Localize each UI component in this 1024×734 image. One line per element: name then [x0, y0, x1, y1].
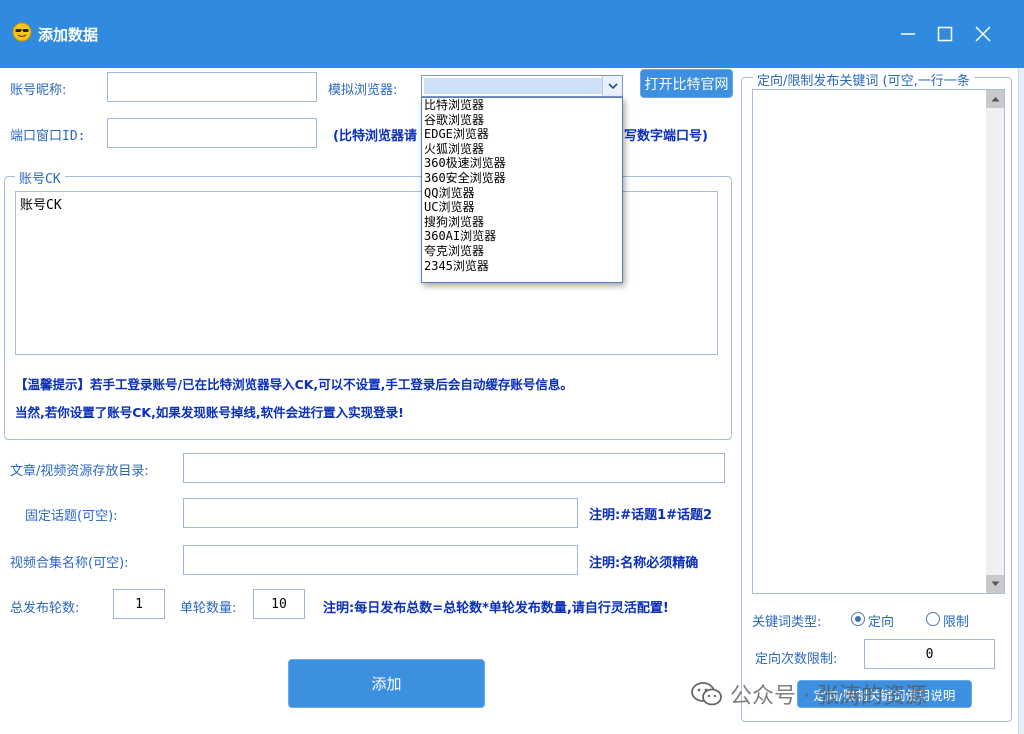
browser-option[interactable]: 火狐浏览器 [422, 142, 622, 157]
close-icon [975, 26, 991, 42]
browser-option[interactable]: UC浏览器 [422, 200, 622, 215]
port-input[interactable] [107, 118, 317, 148]
radio-limit[interactable] [926, 612, 940, 626]
minimize-icon [901, 33, 915, 35]
wechat-icon [691, 682, 722, 706]
browser-option[interactable]: 360极速浏览器 [422, 156, 622, 171]
rounds-input[interactable]: 1 [113, 589, 165, 619]
window-title: 添加数据 [38, 26, 99, 44]
minimize-button[interactable] [888, 18, 928, 50]
radio-directed[interactable] [851, 612, 865, 626]
topic-input[interactable] [183, 498, 578, 528]
port-label: 端口窗口ID: [10, 129, 86, 144]
app-smiley-icon [12, 22, 32, 42]
collection-input[interactable] [183, 545, 578, 575]
close-button[interactable] [963, 18, 1003, 50]
nickname-input[interactable] [107, 72, 317, 102]
right-edge-strip [1018, 68, 1024, 734]
maximize-button[interactable] [925, 18, 965, 50]
browser-select[interactable] [421, 75, 623, 97]
port-hint-right: 写数字端口号) [624, 129, 708, 144]
publish-note: 注明:每日发布总数=总轮数*单轮发布数量,请自行灵活配置! [323, 601, 669, 616]
per-round-input[interactable]: 10 [253, 589, 305, 619]
collection-label: 视频合集名称(可空): [10, 556, 129, 571]
browser-select-highlight [424, 78, 602, 94]
watermark-text: 公众号 · 张涛的资源 [730, 684, 927, 709]
browser-option[interactable]: 360安全浏览器 [422, 171, 622, 186]
title-bar: 添加数据 [0, 0, 1024, 68]
maximize-icon [937, 26, 953, 42]
browser-label: 模拟浏览器: [328, 83, 398, 98]
browser-option[interactable]: 夸克浏览器 [422, 244, 622, 259]
open-bitbrowser-site-button[interactable]: 打开比特官网 [640, 69, 733, 98]
browser-option[interactable]: 比特浏览器 [422, 98, 622, 113]
scroll-up-icon[interactable] [986, 90, 1004, 108]
add-button[interactable]: 添加 [288, 659, 485, 708]
browser-option[interactable]: EDGE浏览器 [422, 127, 622, 142]
chevron-down-icon[interactable] [602, 76, 622, 96]
ck-tip-line1: 【温馨提示】若手工登录账号/已在比特浏览器导入CK,可以不设置,手工登录后会自动… [15, 377, 573, 392]
topic-label: 固定话题(可空): [25, 509, 118, 524]
directed-count-input[interactable]: 0 [864, 639, 995, 669]
keywords-group-title: 定向/限制发布关键词 (可空,一行一条 [753, 70, 974, 89]
browser-option[interactable]: 搜狗浏览器 [422, 215, 622, 230]
scroll-down-icon[interactable] [986, 575, 1004, 593]
browser-option[interactable]: QQ浏览器 [422, 186, 622, 201]
per-round-label: 单轮数量: [180, 601, 237, 616]
resource-dir-input[interactable] [183, 453, 725, 483]
browser-option[interactable]: 360AI浏览器 [422, 229, 622, 244]
nickname-label: 账号昵称: [10, 83, 67, 98]
browser-option[interactable]: 谷歌浏览器 [422, 113, 622, 128]
keywords-textarea[interactable] [752, 89, 1005, 594]
collection-note: 注明:名称必须精确 [589, 556, 699, 571]
keywords-scrollbar[interactable] [986, 90, 1004, 593]
radio-limit-label: 限制 [943, 615, 970, 630]
rounds-label: 总发布轮数: [10, 601, 80, 616]
topic-note: 注明:#话题1#话题2 [589, 508, 713, 523]
radio-directed-label: 定向 [868, 615, 895, 630]
ck-group-title: 账号CK [15, 168, 65, 187]
resource-dir-label: 文章/视频资源存放目录: [10, 464, 149, 479]
ck-tip-line2: 当然,若你设置了账号CK,如果发现账号掉线,软件会进行置入实现登录! [15, 405, 404, 420]
directed-count-label: 定向次数限制: [755, 652, 838, 667]
keyword-type-label: 关键词类型: [752, 615, 822, 630]
browser-option[interactable]: 2345浏览器 [422, 259, 622, 274]
port-hint-left: (比特浏览器请 [333, 129, 417, 144]
browser-options-list[interactable]: 比特浏览器 谷歌浏览器 EDGE浏览器 火狐浏览器 360极速浏览器 360安全… [421, 97, 623, 283]
